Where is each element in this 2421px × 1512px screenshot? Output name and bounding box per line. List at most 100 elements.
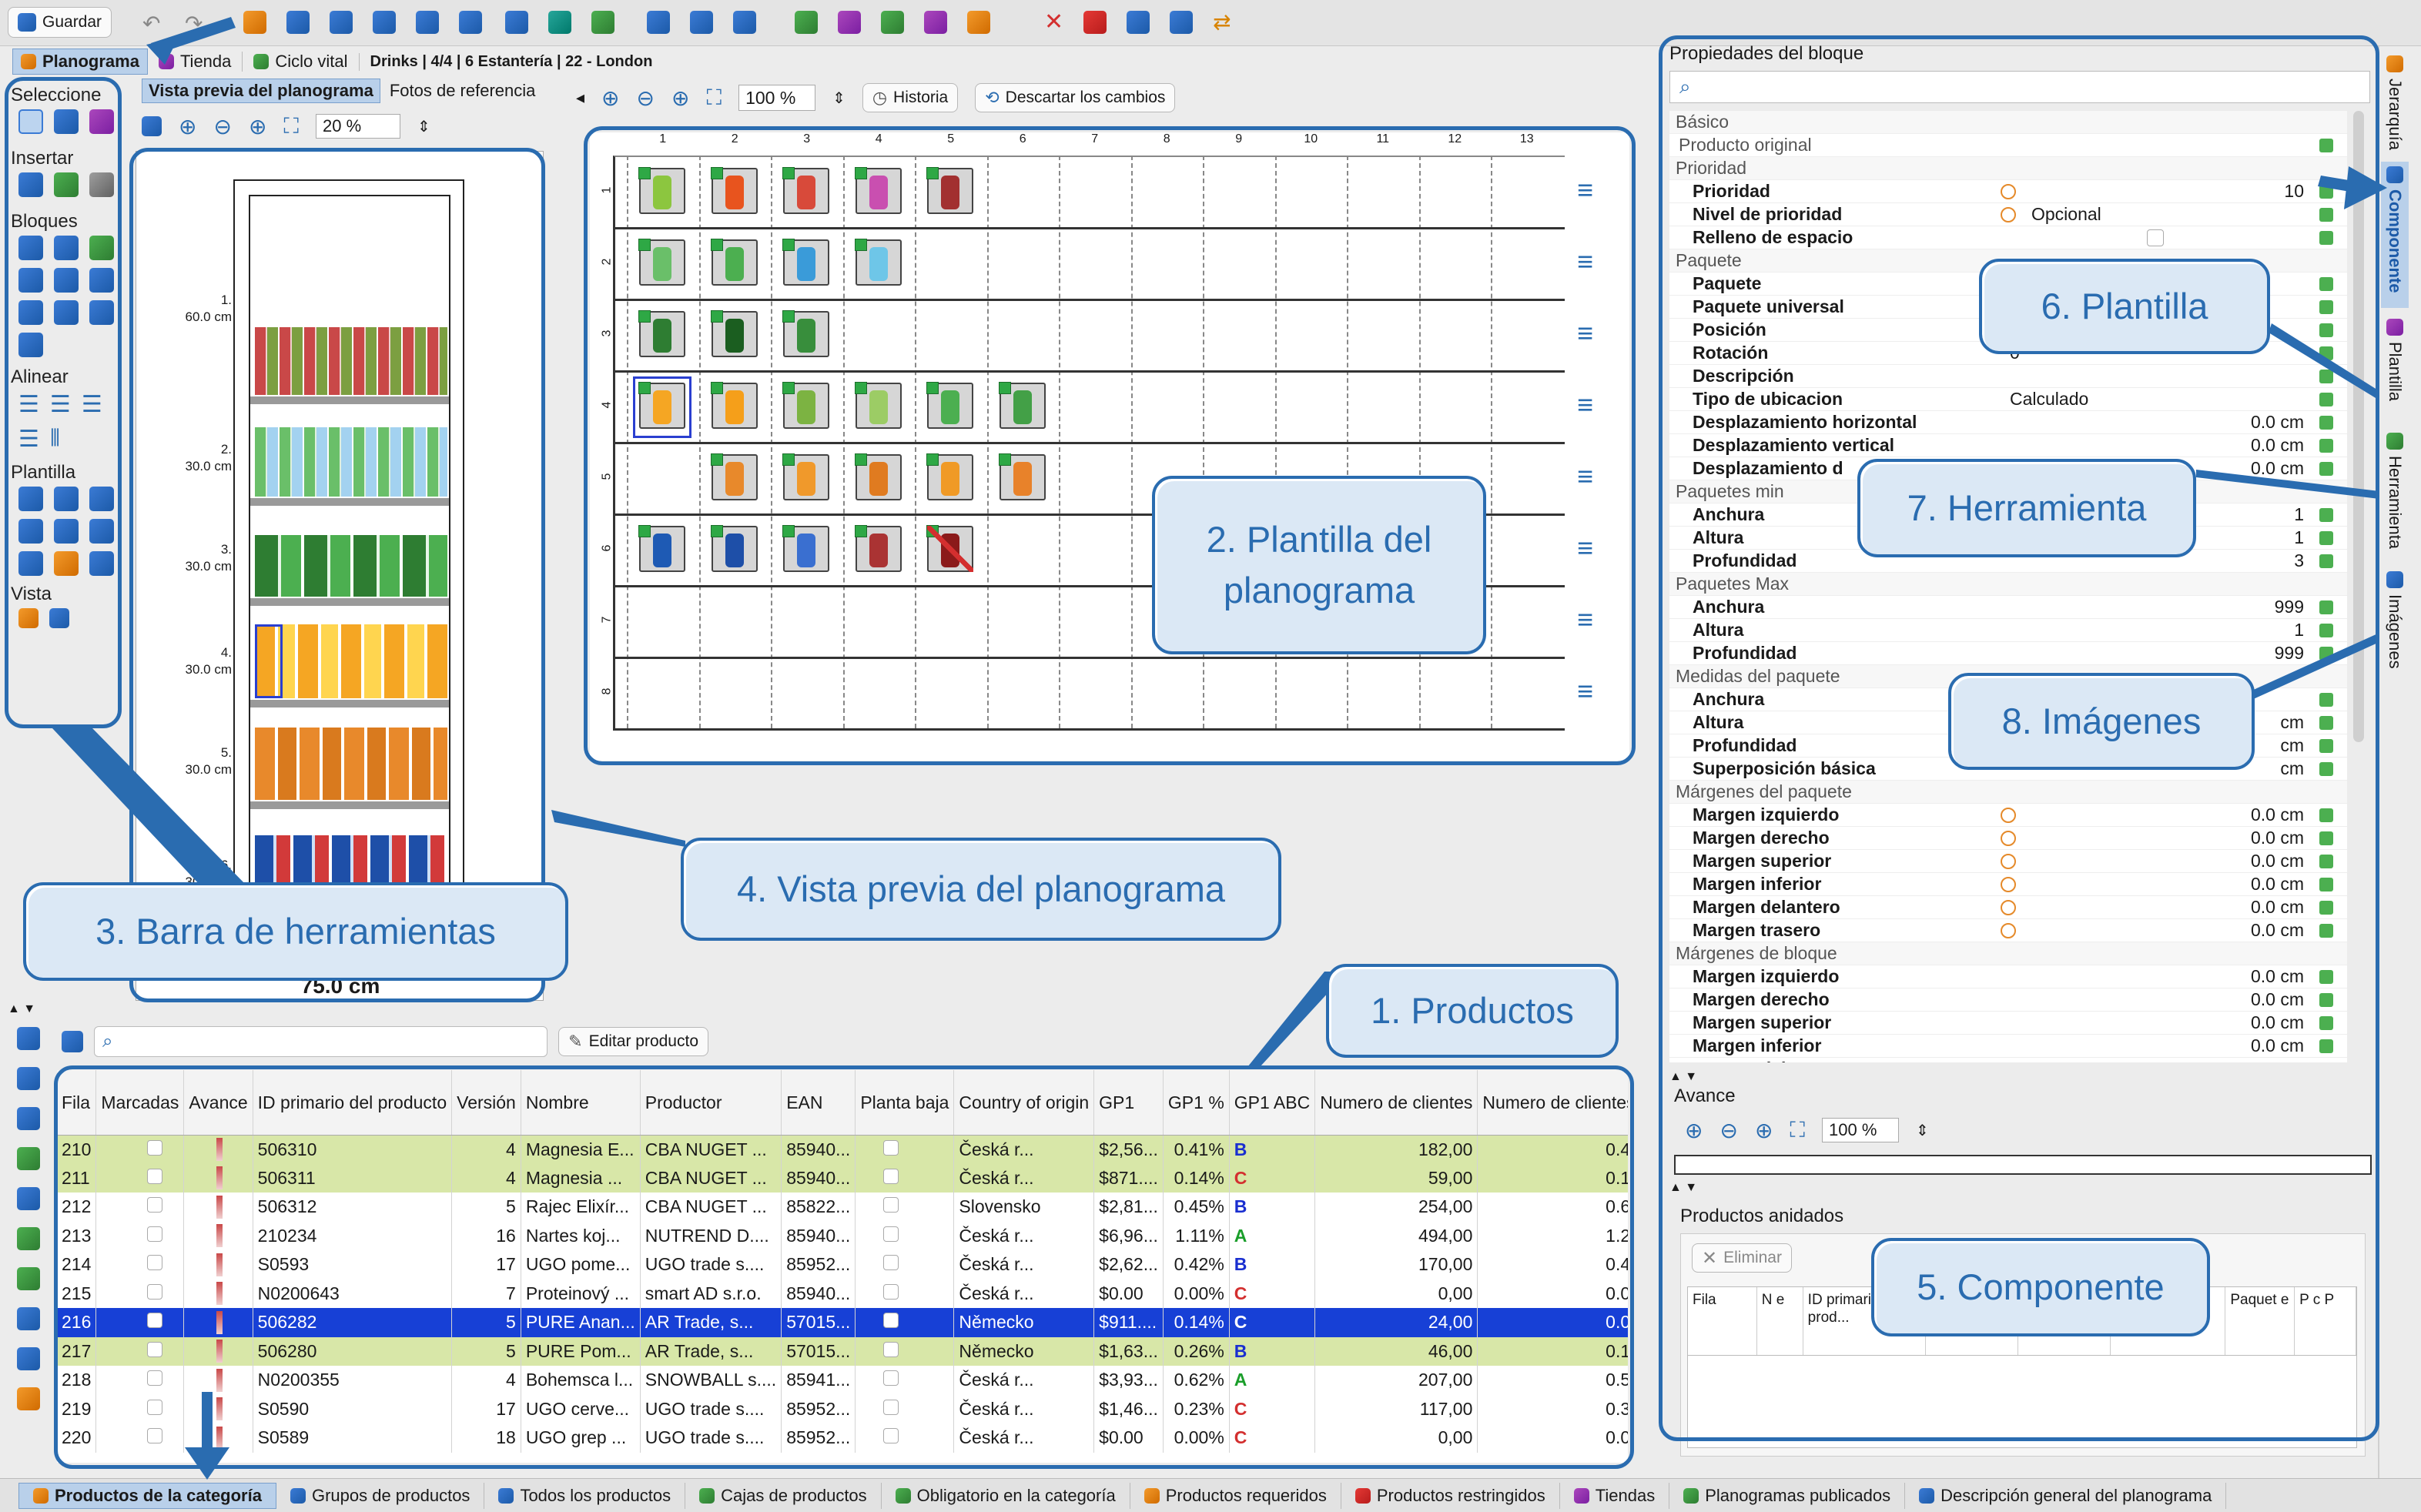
export-icon[interactable]: ⇄ (1213, 11, 1231, 34)
property-flag-icon[interactable] (2319, 992, 2333, 1007)
property-row[interactable]: Desplazamiento horizontal 0.0 cm (1669, 411, 2347, 434)
property-flag-icon[interactable] (2319, 323, 2333, 337)
property-flag-icon[interactable] (2319, 623, 2333, 637)
stop-icon[interactable] (1083, 11, 1107, 34)
property-row[interactable]: Margen superior 0.0 cm (1669, 850, 2347, 873)
property-row[interactable]: Descripción (1669, 365, 2347, 388)
grid-product[interactable] (854, 382, 902, 429)
property-value[interactable]: 0.0 cm (2001, 920, 2309, 941)
shelf-menu-icon[interactable]: ≡ (1577, 319, 1593, 347)
bottom-tab[interactable]: Productos de la categoría (18, 1482, 276, 1509)
property-flag-icon[interactable] (2319, 1039, 2333, 1053)
bottom-tab[interactable]: Cajas de productos (685, 1482, 882, 1509)
zoom-in-icon[interactable]: ⊕ (1685, 1118, 1703, 1143)
nested-column-header[interactable]: P c P (2295, 1287, 2356, 1355)
row-checkbox[interactable] (883, 1313, 899, 1329)
planogram-icon[interactable] (505, 11, 528, 34)
preview-zoom-input[interactable]: 20 % (316, 114, 401, 139)
row-checkbox[interactable] (883, 1370, 899, 1387)
tag-icon[interactable] (795, 11, 818, 34)
column-header[interactable]: EAN (781, 1070, 856, 1136)
property-group[interactable]: Paquetes Max (1669, 574, 2001, 594)
row-checkbox[interactable] (147, 1283, 163, 1300)
column-header[interactable]: GP1 ABC (1229, 1070, 1316, 1136)
grid-product[interactable] (782, 525, 829, 572)
property-group[interactable]: Márgenes de bloque (1669, 943, 2001, 964)
property-flag-icon[interactable] (2319, 207, 2333, 222)
align-center-icon[interactable]: ☰ (50, 391, 71, 418)
property-value[interactable]: 10 (2001, 181, 2309, 202)
property-group[interactable]: Prioridad (1669, 158, 2001, 179)
insert-cross-icon[interactable] (54, 172, 79, 197)
zoom-fit-icon[interactable]: ⊕ (671, 85, 689, 111)
property-flag-icon[interactable] (2319, 808, 2333, 822)
property-flag-icon[interactable] (2319, 461, 2333, 476)
property-row[interactable]: Prioridad 10 (1669, 180, 2347, 203)
eye-off-icon[interactable] (1127, 11, 1150, 34)
column-header[interactable]: Versión (451, 1070, 521, 1136)
property-flag-icon[interactable] (2319, 438, 2333, 453)
property-group[interactable]: Márgenes del paquete (1669, 781, 2001, 802)
grid-product[interactable] (998, 453, 1046, 500)
view-b-icon[interactable] (49, 608, 69, 628)
tpl-e-icon[interactable] (54, 519, 79, 544)
grid-product[interactable] (998, 382, 1046, 429)
block-expand-icon[interactable] (18, 268, 43, 293)
table-row[interactable]: 212 506312 5 Rajec Elixír... CBA NUGET ... 85… (57, 1193, 1628, 1222)
grid-product[interactable] (638, 525, 685, 572)
shelf-menu-icon[interactable]: ≡ (1577, 463, 1593, 490)
grid-product[interactable] (782, 239, 829, 286)
edit-product-button[interactable]: ✎ Editar producto (558, 1027, 708, 1056)
tab-planograma[interactable]: Planograma (12, 49, 148, 75)
property-value[interactable]: 0.0 cm (2001, 1012, 2309, 1033)
property-group[interactable]: Básico (1669, 112, 2001, 132)
row-checkbox[interactable] (883, 1341, 899, 1357)
grid-product[interactable] (926, 382, 973, 429)
row-checkbox[interactable] (883, 1428, 899, 1444)
property-flag-icon[interactable] (2319, 900, 2333, 915)
row-checkbox[interactable] (883, 1283, 899, 1300)
column-header[interactable]: Nombre (521, 1070, 641, 1136)
select-icon[interactable] (18, 109, 43, 134)
property-flag-icon[interactable] (2319, 530, 2333, 545)
property-row[interactable]: Margen derecho 0.0 cm (1669, 827, 2347, 850)
nested-column-header[interactable]: Paquet e (2225, 1287, 2295, 1355)
row-checkbox[interactable] (883, 1255, 899, 1271)
block-move-icon[interactable] (18, 300, 43, 325)
tag-icon[interactable] (17, 1147, 40, 1170)
doc-icon[interactable] (17, 1187, 40, 1210)
property-value[interactable]: 999 (2001, 643, 2309, 664)
side-tab[interactable]: Plantilla (2381, 314, 2409, 422)
barcode-icon[interactable] (838, 11, 861, 34)
view-a-icon[interactable] (18, 608, 39, 628)
table-row[interactable]: 215 N0200643 7 Proteinový ... smart AD s.r.o… (57, 1279, 1628, 1308)
property-row[interactable]: Prioridad (1669, 157, 2347, 180)
side-tab[interactable]: Imágenes (2381, 567, 2409, 682)
property-value[interactable]: 0.0 cm (2001, 874, 2309, 895)
property-row[interactable]: Margen derecho 0.0 cm (1669, 988, 2347, 1012)
block-fit-icon[interactable] (89, 268, 114, 293)
shelf-menu-icon[interactable]: ≡ (1577, 391, 1593, 419)
properties-scrollbar[interactable] (2353, 111, 2364, 742)
column-header[interactable]: Fila (57, 1070, 97, 1136)
history-button[interactable]: ◷ Historia (862, 83, 959, 112)
align-right-icon[interactable]: ☰ (82, 391, 102, 418)
house-icon[interactable] (733, 11, 756, 34)
org-icon[interactable] (967, 11, 990, 34)
property-row[interactable]: Márgenes del paquete (1669, 781, 2347, 804)
zoom-out-icon[interactable]: ⊖ (1719, 1118, 1737, 1143)
grid-product[interactable] (926, 453, 973, 500)
property-value[interactable]: 0.0 cm (2001, 966, 2309, 987)
block-copy-icon[interactable] (89, 300, 114, 325)
row-checkbox[interactable] (147, 1399, 163, 1415)
property-flag-icon[interactable] (2319, 276, 2333, 291)
property-row[interactable]: Margen trasero 0.0 cm (1669, 919, 2347, 942)
bottom-tab[interactable]: Productos restringidos (1341, 1482, 1560, 1509)
shelf-menu-icon[interactable]: ≡ (1577, 677, 1593, 705)
bottom-tab[interactable]: Planogramas publicados (1669, 1482, 1906, 1509)
property-row[interactable]: Márgenes de bloque (1669, 942, 2347, 965)
property-value[interactable]: 0.0 cm (2001, 828, 2309, 848)
shelf-menu-icon[interactable]: ≡ (1577, 534, 1593, 562)
bottom-tab[interactable]: Obligatorio en la categoría (882, 1482, 1130, 1509)
properties-search-input[interactable]: ⌕ (1669, 71, 2370, 103)
